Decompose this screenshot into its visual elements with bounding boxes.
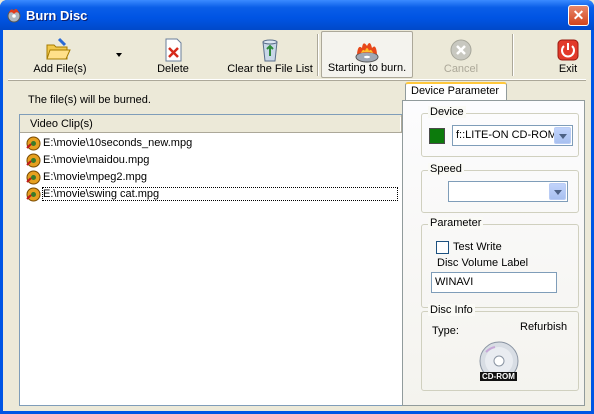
test-write-label: Test Write (453, 241, 502, 253)
parameter-group: Parameter Test Write Disc Volume Label W… (421, 217, 579, 308)
device-select[interactable]: f::LITE-ON CD-ROM (452, 125, 573, 146)
video-file-icon (26, 136, 41, 151)
delete-label: Delete (157, 63, 189, 75)
test-write-checkbox[interactable] (436, 241, 449, 254)
disc-info-group: Disc Info Type: Refurbish CD-ROM (421, 304, 579, 391)
cd-rom-badge: CD-ROM (480, 372, 517, 381)
video-file-icon (26, 170, 41, 185)
video-file-icon (26, 187, 41, 202)
cancel-icon (450, 39, 472, 61)
cd-rom-icon: CD-ROM (476, 340, 522, 386)
disc-type-value: Refurbish (520, 321, 568, 333)
list-item[interactable]: E:\movie\swing cat.mpg (26, 186, 399, 203)
video-file-icon (26, 153, 41, 168)
cancel-label: Cancel (443, 63, 479, 75)
file-path: E:\movie\mpeg2.mpg (43, 171, 147, 183)
delete-button[interactable]: Delete (133, 31, 213, 78)
toolbar-separator (512, 34, 514, 76)
volume-label-value: WINAVI (435, 276, 474, 288)
parameter-group-title: Parameter (428, 217, 484, 229)
disc-type-label: Type: (432, 325, 459, 337)
window-title: Burn Disc (26, 8, 88, 23)
speed-group-title: Speed (428, 163, 464, 175)
add-files-button[interactable]: Add File(s) (8, 31, 126, 78)
chevron-down-icon[interactable] (554, 127, 571, 144)
list-item[interactable]: E:\movie\10seconds_new.mpg (26, 135, 398, 152)
power-icon (557, 39, 579, 61)
add-files-label: Add File(s) (33, 63, 87, 75)
chevron-down-icon[interactable] (116, 53, 122, 57)
list-header-label: Video Clip(s) (30, 118, 93, 130)
burn-disc-window: Burn Disc ✕ Add File(s) Delete Clear the… (0, 0, 594, 414)
recycle-bin-icon (262, 39, 278, 62)
burn-note: The file(s) will be burned. (28, 94, 151, 106)
file-path: E:\movie\swing cat.mpg (41, 187, 399, 201)
tab-device-parameter[interactable]: Device Parameter (405, 82, 507, 101)
start-burn-label: Starting to burn. (327, 62, 407, 74)
app-icon (7, 8, 21, 23)
file-list[interactable]: Video Clip(s) E:\movie\10seconds_new.mpg… (19, 114, 403, 406)
file-path: E:\movie\maidou.mpg (43, 154, 150, 166)
device-parameter-panel: Device f::LITE-ON CD-ROM Speed Parameter… (402, 100, 585, 406)
clear-list-button[interactable]: Clear the File List (221, 31, 319, 78)
chevron-down-icon[interactable] (549, 183, 566, 200)
device-select-value: f::LITE-ON CD-ROM (456, 129, 557, 141)
list-item[interactable]: E:\movie\mpeg2.mpg (26, 169, 398, 186)
title-bar[interactable]: Burn Disc ✕ (0, 0, 594, 30)
client-area: Add File(s) Delete Clear the File List S… (3, 30, 591, 411)
tab-label: Device Parameter (411, 85, 500, 97)
list-column-header[interactable]: Video Clip(s) (20, 115, 402, 133)
disc-info-group-title: Disc Info (428, 304, 475, 316)
volume-label-input[interactable]: WINAVI (431, 272, 557, 293)
file-path: E:\movie\10seconds_new.mpg (43, 137, 193, 149)
list-item[interactable]: E:\movie\maidou.mpg (26, 152, 398, 169)
exit-button[interactable]: Exit (538, 31, 594, 78)
delete-document-icon (165, 38, 182, 62)
device-color-swatch (429, 128, 445, 144)
speed-group: Speed (421, 163, 579, 213)
toolbar: Add File(s) Delete Clear the File List S… (8, 30, 586, 80)
column-divider[interactable] (400, 117, 401, 131)
volume-label-caption: Disc Volume Label (437, 257, 529, 269)
close-button[interactable]: ✕ (568, 5, 589, 26)
folder-open-icon (46, 37, 71, 60)
start-burn-button[interactable]: Starting to burn. (321, 31, 413, 78)
toolbar-separator (317, 34, 319, 76)
clear-list-label: Clear the File List (227, 63, 313, 75)
device-group: Device f::LITE-ON CD-ROM (421, 106, 579, 157)
speed-select[interactable] (448, 181, 568, 202)
burning-disc-icon (355, 42, 379, 63)
device-group-title: Device (428, 106, 466, 118)
exit-label: Exit (558, 63, 578, 75)
cancel-button[interactable]: Cancel (420, 31, 502, 78)
